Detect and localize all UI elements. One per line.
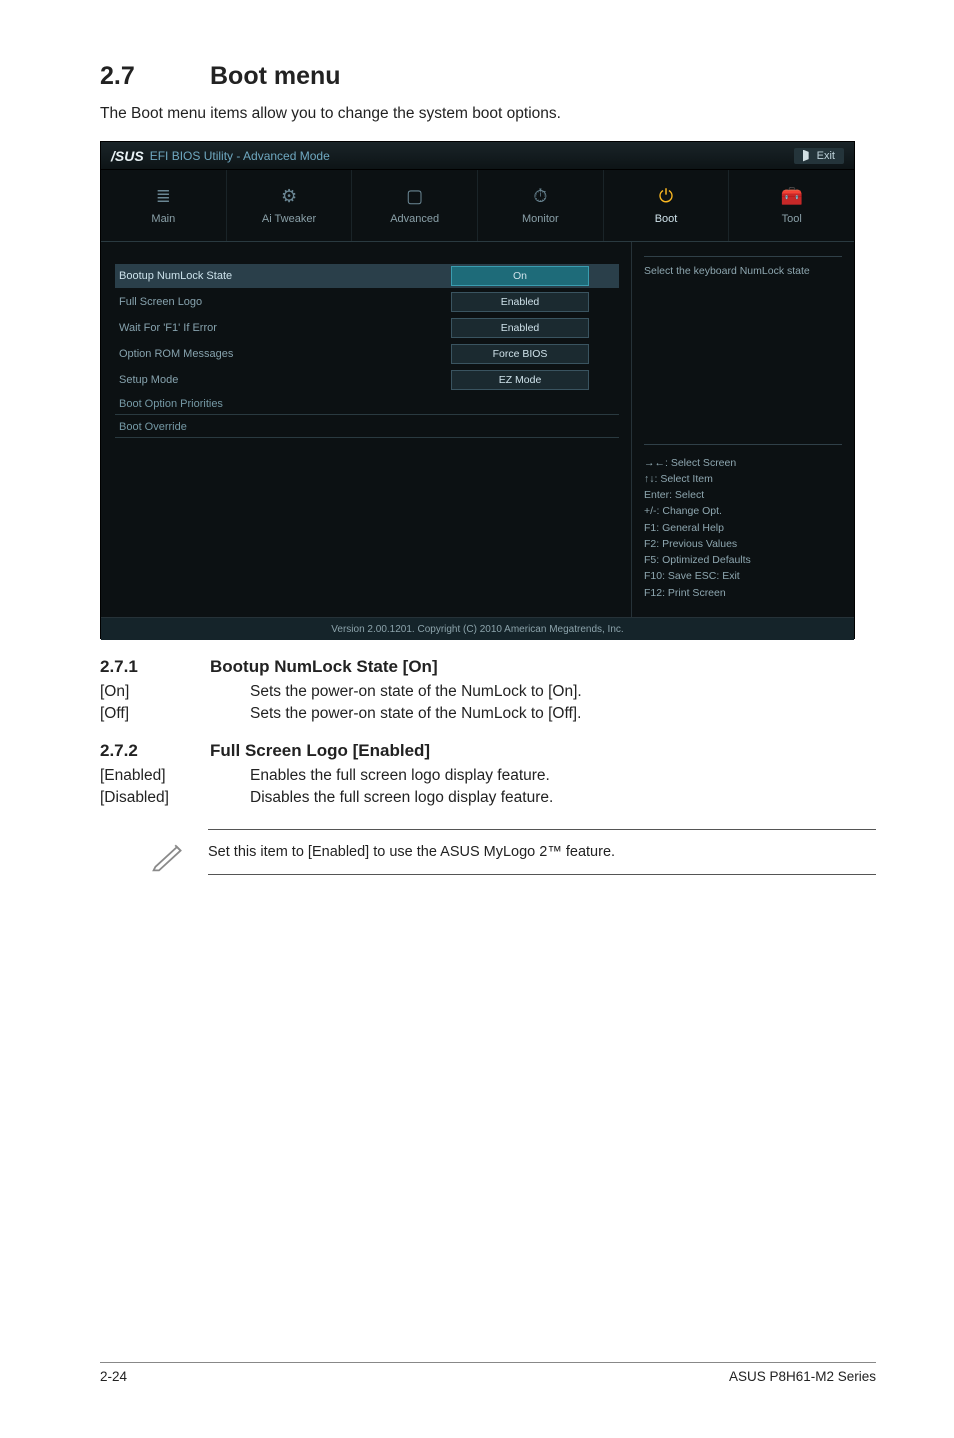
tab-ai-tweaker[interactable]: ⚙ Ai Tweaker: [227, 170, 353, 241]
tab-tool[interactable]: 🧰 Tool: [729, 170, 854, 241]
section-boot-override[interactable]: Boot Override: [115, 421, 619, 438]
subsection-name: Bootup NumLock State [On]: [210, 657, 438, 676]
setting-wait-f1-error[interactable]: Wait For 'F1' If Error Enabled: [115, 316, 619, 340]
bios-help-pane: Select the keyboard NumLock state →←: Se…: [631, 242, 854, 617]
setting-setup-mode[interactable]: Setup Mode EZ Mode: [115, 368, 619, 392]
bios-brand-logo: /SUS: [111, 148, 144, 164]
setting-value[interactable]: Force BIOS: [451, 344, 589, 364]
bios-hint: Select the keyboard NumLock state: [644, 256, 842, 277]
subsection-name: Full Screen Logo [Enabled]: [210, 741, 430, 760]
subsection-number: 2.7.1: [100, 657, 210, 677]
tab-tool-label: Tool: [782, 213, 802, 225]
setting-option-rom-messages[interactable]: Option ROM Messages Force BIOS: [115, 342, 619, 366]
setting-value[interactable]: EZ Mode: [451, 370, 589, 390]
nav-help-line: +/-: Change Opt.: [644, 503, 842, 519]
exit-label: Exit: [817, 150, 835, 162]
nav-help-line: F10: Save ESC: Exit: [644, 568, 842, 584]
definition-text: Disables the full screen logo display fe…: [250, 789, 553, 807]
nav-help-line: F5: Optimized Defaults: [644, 552, 842, 568]
tab-advanced-label: Advanced: [390, 213, 439, 225]
footer-product: ASUS P8H61-M2 Series: [729, 1369, 876, 1384]
subsection-number: 2.7.2: [100, 741, 210, 761]
nav-help-line: ↑↓: Select Item: [644, 471, 842, 487]
tab-monitor[interactable]: ⏱ Monitor: [478, 170, 604, 241]
bios-tabs: ≣ Main ⚙ Ai Tweaker ▢ Advanced ⏱ Monitor…: [101, 170, 854, 242]
definition-key: [Enabled]: [100, 767, 250, 785]
tab-main-label: Main: [151, 213, 175, 225]
setting-value[interactable]: On: [451, 266, 589, 286]
nav-help-line: F12: Print Screen: [644, 585, 842, 601]
tab-ai-tweaker-label: Ai Tweaker: [262, 213, 316, 225]
setting-value[interactable]: Enabled: [451, 292, 589, 312]
page-footer: 2-24 ASUS P8H61-M2 Series: [100, 1362, 876, 1384]
power-icon: ⏻: [659, 186, 673, 207]
bios-titlebar: /SUS EFI BIOS Utility - Advanced Mode Ex…: [101, 142, 854, 170]
definition-row: [Enabled] Enables the full screen logo d…: [100, 767, 876, 785]
bios-version-bar: Version 2.00.1201. Copyright (C) 2010 Am…: [101, 617, 854, 640]
tab-boot[interactable]: ⏻ Boot: [604, 170, 730, 241]
setting-bootup-numlock[interactable]: Bootup NumLock State On: [115, 264, 619, 288]
tab-advanced[interactable]: ▢ Advanced: [352, 170, 478, 241]
setting-full-screen-logo[interactable]: Full Screen Logo Enabled: [115, 290, 619, 314]
bios-settings-pane: Bootup NumLock State On Full Screen Logo…: [101, 242, 631, 617]
bios-window: /SUS EFI BIOS Utility - Advanced Mode Ex…: [100, 141, 855, 639]
exit-button[interactable]: Exit: [794, 148, 844, 164]
exit-icon: [803, 150, 813, 162]
section-name: Boot menu: [210, 62, 341, 90]
nav-help-line: →←: Select Screen: [644, 455, 842, 471]
setting-label: Setup Mode: [115, 374, 451, 386]
bios-title: EFI BIOS Utility - Advanced Mode: [150, 149, 330, 163]
list-icon: ≣: [156, 186, 171, 207]
definition-row: [On] Sets the power-on state of the NumL…: [100, 683, 876, 701]
setting-value[interactable]: Enabled: [451, 318, 589, 338]
bios-nav-help: →←: Select Screen ↑↓: Select Item Enter:…: [644, 444, 842, 601]
definition-text: Sets the power-on state of the NumLock t…: [250, 683, 582, 701]
tab-boot-label: Boot: [655, 213, 678, 225]
definition-row: [Disabled] Disables the full screen logo…: [100, 789, 876, 807]
setting-label: Wait For 'F1' If Error: [115, 322, 451, 334]
nav-help-line: F2: Previous Values: [644, 536, 842, 552]
definition-text: Sets the power-on state of the NumLock t…: [250, 705, 581, 723]
definition-key: [Disabled]: [100, 789, 250, 807]
nav-help-line: F1: General Help: [644, 520, 842, 536]
tool-icon: 🧰: [780, 186, 802, 207]
note-box: Set this item to [Enabled] to use the AS…: [208, 829, 876, 875]
setting-label: Option ROM Messages: [115, 348, 451, 360]
setting-label: Full Screen Logo: [115, 296, 451, 308]
section-title: 2.7Boot menu: [100, 62, 876, 91]
gear-icon: ⚙: [281, 186, 297, 207]
monitor-icon: ⏱: [533, 186, 547, 207]
definition-key: [Off]: [100, 705, 250, 723]
chip-icon: ▢: [406, 186, 423, 207]
tab-main[interactable]: ≣ Main: [101, 170, 227, 241]
section-number: 2.7: [100, 62, 210, 91]
section-boot-option-priorities[interactable]: Boot Option Priorities: [115, 398, 619, 415]
definition-key: [On]: [100, 683, 250, 701]
definition-text: Enables the full screen logo display fea…: [250, 767, 550, 785]
subsection-title: 2.7.1Bootup NumLock State [On]: [100, 657, 876, 677]
subsection-title: 2.7.2Full Screen Logo [Enabled]: [100, 741, 876, 761]
footer-page-number: 2-24: [100, 1369, 127, 1384]
definition-row: [Off] Sets the power-on state of the Num…: [100, 705, 876, 723]
setting-label: Bootup NumLock State: [115, 270, 451, 282]
note-icon: [150, 838, 186, 874]
nav-help-line: Enter: Select: [644, 487, 842, 503]
tab-monitor-label: Monitor: [522, 213, 559, 225]
note-text: Set this item to [Enabled] to use the AS…: [208, 844, 615, 860]
section-intro: The Boot menu items allow you to change …: [100, 105, 876, 123]
